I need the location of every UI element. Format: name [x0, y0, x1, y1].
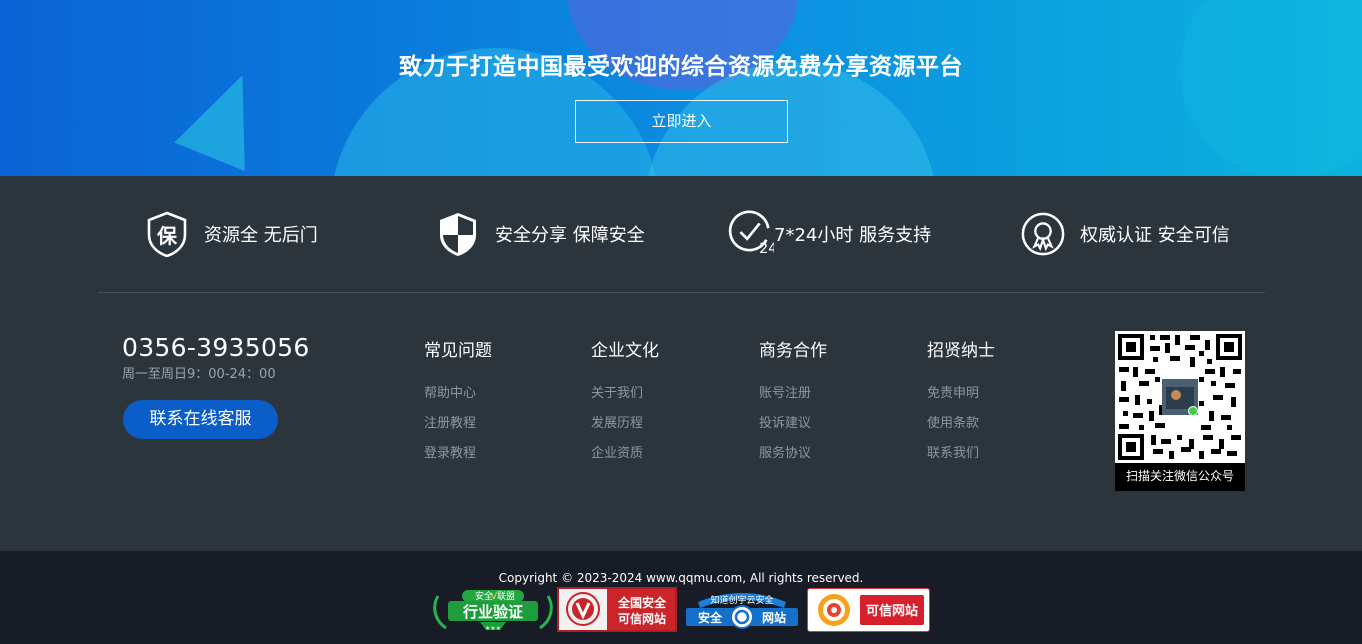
bottom-bar: Copyright © 2023-2024 www.qqmu.com, All … — [0, 551, 1362, 644]
wechat-qr-block: 扫描关注微信公众号 — [1115, 331, 1245, 491]
footer-link[interactable]: 登录教程 — [424, 444, 492, 474]
enter-button[interactable]: 立即进入 — [575, 100, 788, 143]
feature-label: 安全分享 保障安全 — [495, 225, 645, 246]
column-title: 招贤纳士 — [927, 341, 995, 361]
badge-right-text: 网站 — [762, 610, 786, 625]
footer-link[interactable]: 帮助中心 — [424, 384, 492, 414]
national-security-badge[interactable]: 全国安全 可信网站 — [557, 587, 677, 632]
footer-link[interactable]: 投诉建议 — [759, 414, 827, 444]
footer-link[interactable]: 发展历程 — [591, 414, 659, 444]
feature-item: 安全分享 保障安全 — [435, 210, 645, 258]
cloud-security-badge[interactable]: 知道创宇云安全 安全 网站 — [680, 588, 804, 632]
column-title: 商务合作 — [759, 341, 827, 361]
column-title: 企业文化 — [591, 341, 659, 361]
trusted-site-badge[interactable]: 可信网站 — [807, 588, 930, 632]
security-shield-icon — [435, 211, 481, 257]
svg-text:24: 24 — [759, 241, 774, 257]
hero-decor-circle — [1180, 0, 1362, 176]
badge-line1: 全国安全 — [617, 595, 667, 610]
footer-link[interactable]: 企业资质 — [591, 444, 659, 474]
svg-text:★★★: ★★★ — [485, 625, 501, 632]
svg-text:保: 保 — [156, 224, 178, 248]
badge-line2: 可信网站 — [618, 611, 666, 626]
copyright-text: Copyright © 2023-2024 www.qqmu.com, All … — [498, 571, 864, 585]
qr-caption: 扫描关注微信公众号 — [1125, 469, 1234, 483]
badge-left-text: 安全 — [698, 610, 723, 625]
feature-item: 24 7*24小时 服务支持 — [728, 210, 931, 258]
feature-row: 保 资源全 无后门 安全分享 保障安全 24 7*24小时 服务支持 — [0, 176, 1362, 293]
award-badge-icon — [1020, 211, 1066, 257]
service-hours: 周一至周日9：00-24：00 — [122, 367, 276, 382]
feature-label: 7*24小时 服务支持 — [774, 225, 932, 246]
industry-verified-badge[interactable]: 安全 V 联盟 行业验证 ★★★ — [432, 588, 554, 632]
hero-slogan: 致力于打造中国最受欢迎的综合资源免费分享资源平台 — [399, 54, 963, 80]
clock-24-icon: 24 — [728, 210, 774, 257]
footer-link[interactable]: 服务协议 — [759, 444, 827, 474]
shield-bao-icon: 保 — [144, 211, 190, 257]
feature-item: 保 资源全 无后门 — [144, 210, 318, 258]
footer-column: 企业文化 关于我们 发展历程 企业资质 — [591, 336, 659, 474]
footer-link[interactable]: 免责申明 — [927, 384, 995, 414]
footer-column: 常见问题 帮助中心 注册教程 登录教程 — [424, 336, 492, 474]
feature-label: 资源全 无后门 — [204, 225, 318, 246]
footer-column: 商务合作 账号注册 投诉建议 服务协议 — [759, 336, 827, 474]
footer-link[interactable]: 使用条款 — [927, 414, 995, 444]
feature-label: 权威认证 安全可信 — [1080, 225, 1230, 246]
footer-link[interactable]: 账号注册 — [759, 384, 827, 414]
column-title: 常见问题 — [424, 341, 492, 361]
section-divider — [98, 292, 1265, 293]
qr-code-icon — [1115, 331, 1245, 463]
hero-banner: 致力于打造中国最受欢迎的综合资源免费分享资源平台 立即进入 — [0, 0, 1362, 176]
footer-column: 招贤纳士 免责申明 使用条款 联系我们 — [927, 336, 995, 474]
footer-link[interactable]: 注册教程 — [424, 414, 492, 444]
online-service-button[interactable]: 联系在线客服 — [123, 400, 278, 439]
badge-mid-text: 联盟 — [497, 591, 515, 602]
footer-link[interactable]: 联系我们 — [927, 444, 995, 474]
footer-link[interactable]: 关于我们 — [591, 384, 659, 414]
feature-item: 权威认证 安全可信 — [1020, 210, 1230, 258]
contact-phone: 0356-3935056 — [122, 333, 310, 362]
badge-main-text: 行业验证 — [462, 603, 523, 621]
badge-main-text: 可信网站 — [866, 603, 918, 619]
badge-top-text: 知道创宇云安全 — [710, 594, 773, 606]
